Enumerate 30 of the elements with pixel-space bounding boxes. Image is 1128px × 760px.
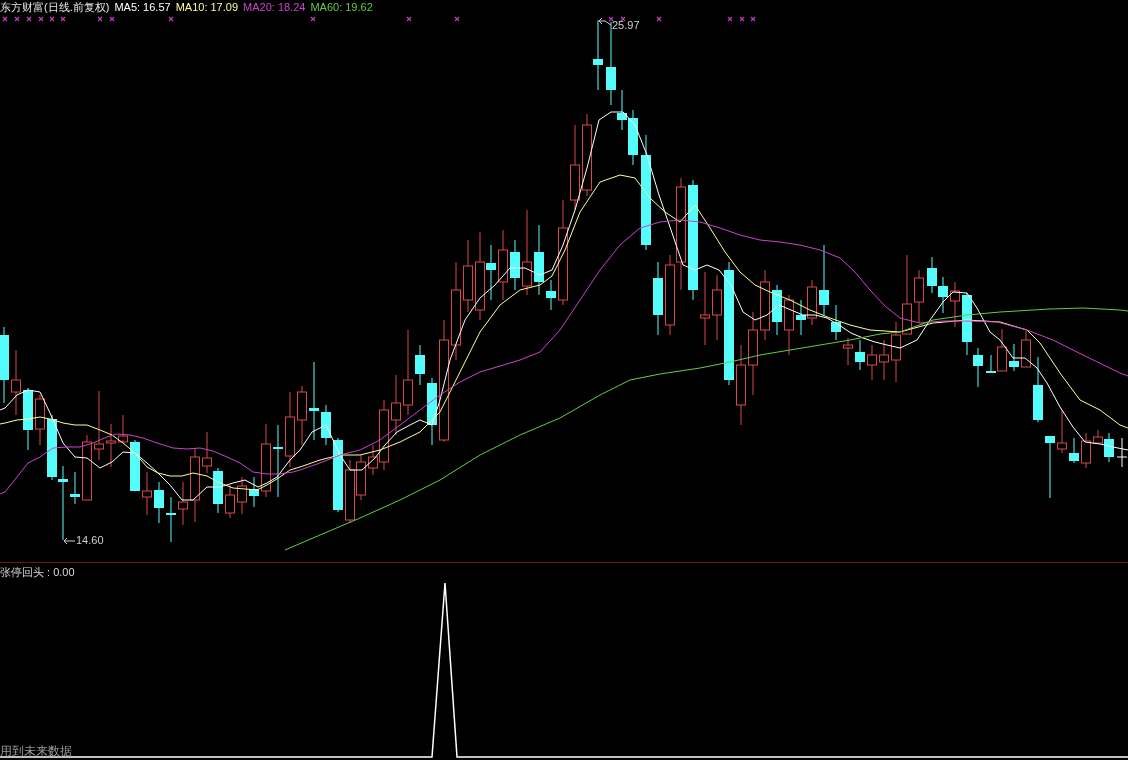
cross-marker-icon: [739, 16, 745, 22]
doji-candle: [1116, 437, 1128, 468]
cross-marker-icon: [2, 16, 8, 22]
cross-marker-icon: [620, 16, 626, 22]
cross-marker-icon: [608, 16, 614, 22]
moving-average-label: MA5: 16.57: [114, 1, 171, 13]
cross-marker-icon: [310, 16, 316, 22]
cross-marker-icon: [406, 16, 412, 22]
cross-marker-icon: [656, 16, 662, 22]
cross-marker-icon: [750, 16, 756, 22]
moving-average-label: MA20: 18.24: [243, 1, 306, 13]
cross-marker-icon: [454, 16, 460, 22]
cross-marker-icon: [168, 16, 174, 22]
chart-title: 东方财富(日线.前复权): [0, 1, 110, 13]
cross-marker-icon: [38, 16, 44, 22]
cross-marker-icon: [26, 16, 32, 22]
cross-marker-icon: [727, 16, 733, 22]
moving-average-label: MA60: 19.62: [310, 1, 373, 13]
arrow-icon: [63, 537, 76, 545]
warning-text: 用到未来数据: [0, 745, 72, 757]
cross-marker-icon: [49, 16, 55, 22]
arrow-icon: [598, 17, 612, 26]
cross-marker-icon: [97, 16, 103, 22]
high-price-label: 25.97: [612, 20, 640, 31]
indicator-label: 张停回头 : 0.00: [0, 566, 75, 578]
cross-marker-icon: [109, 16, 115, 22]
low-price-label: 14.60: [76, 535, 104, 546]
cross-marker-icon: [14, 16, 20, 22]
cross-marker-icon: [60, 16, 66, 22]
moving-average-label: MA10: 17.09: [175, 1, 239, 13]
